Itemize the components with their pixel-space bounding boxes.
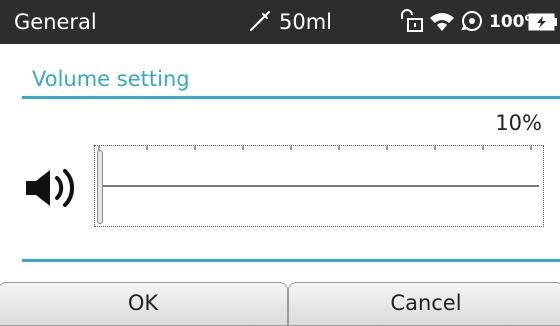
wifi-icon	[430, 13, 454, 31]
dialog-title: Volume setting	[32, 67, 190, 91]
cancel-button[interactable]: Cancel	[288, 282, 560, 326]
bottom-divider	[22, 259, 560, 262]
syringe-volume: 50ml	[279, 10, 333, 34]
status-title: General	[14, 10, 97, 34]
sync-icon	[461, 11, 482, 31]
slider-ticks	[98, 146, 532, 152]
status-bar: General 50ml 100%	[0, 0, 560, 44]
battery-icon	[528, 13, 557, 31]
volume-slider[interactable]	[94, 145, 544, 227]
speaker-icon	[26, 169, 75, 207]
volume-percent: 10%	[495, 111, 542, 135]
title-divider	[22, 96, 560, 99]
slider-track	[101, 185, 539, 187]
slider-handle[interactable]	[97, 150, 103, 224]
ok-button[interactable]: OK	[0, 282, 288, 326]
lock-icon	[401, 9, 423, 32]
syringe-icon	[250, 11, 270, 31]
